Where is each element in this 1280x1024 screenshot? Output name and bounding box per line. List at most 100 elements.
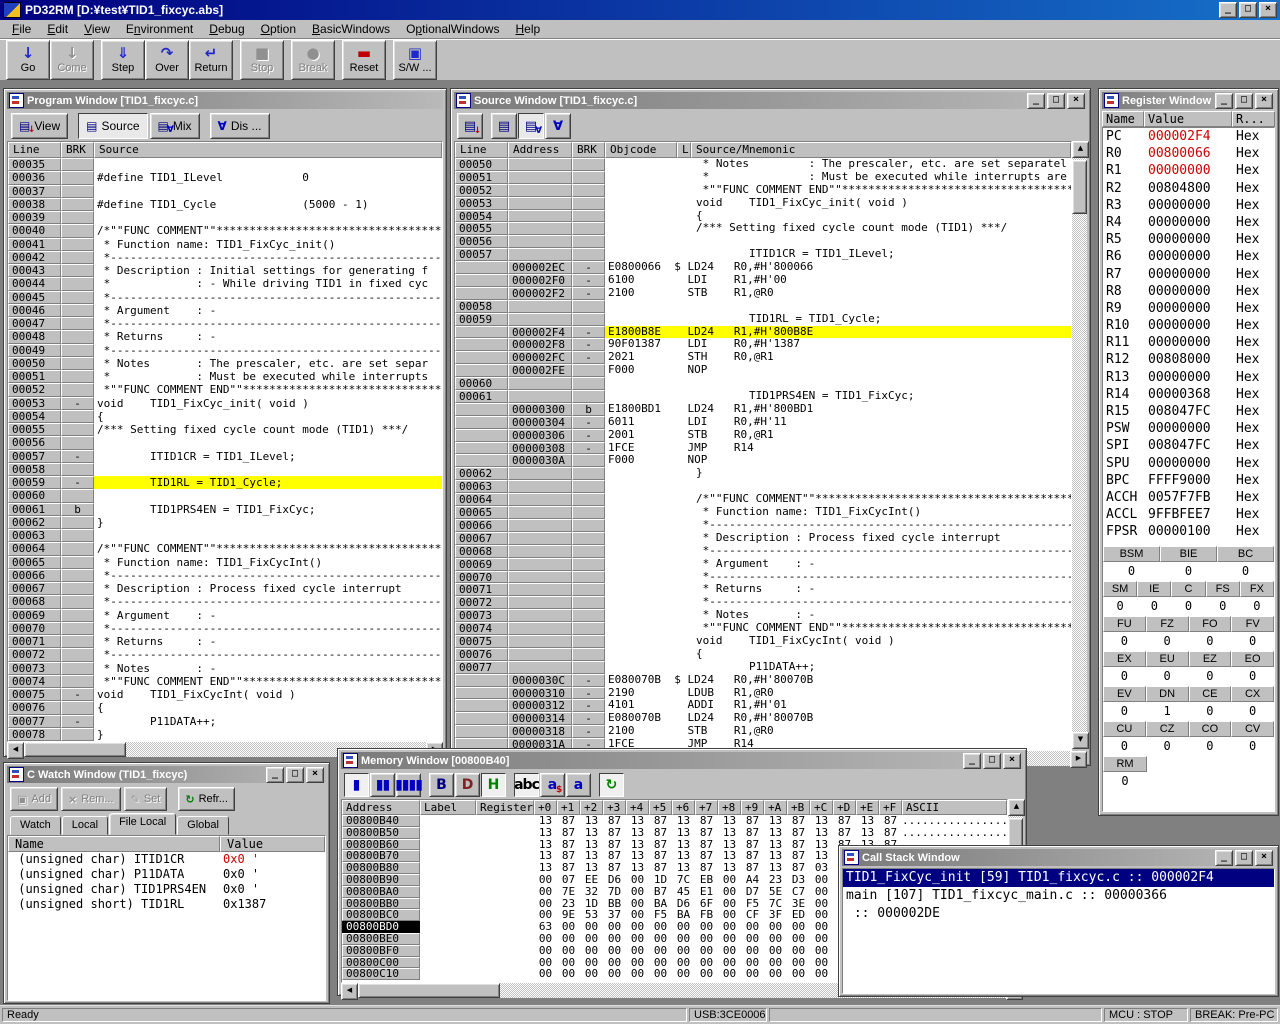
breakpoint-cell[interactable] [572,583,605,596]
breakpoint-cell[interactable]: - [572,429,605,442]
memory-tool-refresh-button[interactable]: ↻ [599,773,624,797]
memory-byte[interactable]: 87 [649,827,672,839]
source-row[interactable]: 00000314-E080070B LD24 R0,#H'80070B [455,712,1071,725]
memory-byte[interactable]: 00 [764,933,787,945]
flag-co[interactable]: CO [1189,721,1232,737]
memory-byte[interactable]: 00 [603,945,626,957]
source-row[interactable]: 000002F4-E1800B8E LD24 R1,#H'800B8E [455,326,1071,339]
step-button[interactable]: ⇓Step [101,40,145,80]
source-row[interactable]: 00053void TID1_FixCyc_init( void ) [455,197,1071,210]
memory-byte[interactable]: 13 [534,815,557,827]
breakpoint-cell[interactable] [572,222,605,235]
breakpoint-cell[interactable] [61,635,94,648]
memory-byte[interactable]: 00 [603,957,626,969]
memory-byte[interactable]: 87 [695,839,718,851]
memory-tool-bars4-button[interactable]: ▮▮▮▮ [396,773,421,797]
memory-byte[interactable]: 00 [649,921,672,933]
memory-byte[interactable]: 00 [718,945,741,957]
source-row[interactable]: 000002F8-90F01387 LDI R0,#H'1387 [455,338,1071,351]
program-row[interactable]: 00055/*** Setting fixed cycle count mode… [8,423,442,436]
register-radix[interactable]: Hex [1236,455,1274,472]
memory-byte[interactable]: 7C [672,874,695,886]
source-tool-doc-button[interactable]: ▤ [491,113,517,139]
memory-byte[interactable]: 87 [879,827,902,839]
breakpoint-cell[interactable] [572,661,605,674]
watch-refr-button[interactable]: ↻Refr... [178,787,235,811]
memory-row[interactable]: 00800B4013871387138713871387138713871387… [342,815,1007,827]
breakpoint-cell[interactable] [572,197,605,210]
source-row[interactable]: 000002FEF000 NOP [455,364,1071,377]
memory-byte[interactable]: BA [649,898,672,910]
memory-byte[interactable]: E1 [695,886,718,898]
memory-address[interactable]: 00800BA0 [342,886,420,898]
memory-byte[interactable]: 87 [787,839,810,851]
program-row[interactable]: 00061b TID1PRS4EN = TID1_FixCyc; [8,503,442,516]
memory-byte[interactable]: 00 [695,968,718,980]
register-radix[interactable]: Hex [1236,420,1274,437]
memory-byte[interactable]: 00 [810,968,833,980]
source-row[interactable]: 00059 TID1RL = TID1_Cycle; [455,313,1071,326]
flag-ie[interactable]: IE [1137,581,1171,597]
source-row[interactable]: 00073 * Notes : - [455,609,1071,622]
breakpoint-cell[interactable] [61,489,94,502]
program-row[interactable]: 00037 [8,185,442,198]
memory-address[interactable]: 00800B40 [342,815,420,827]
breakpoint-cell[interactable] [61,728,94,741]
flag-bsm[interactable]: BSM [1103,546,1160,562]
memory-byte[interactable]: 87 [649,862,672,874]
register-row[interactable]: R1200808000Hex [1103,351,1274,368]
register-row[interactable]: R1400000368Hex [1103,386,1274,403]
source-row[interactable]: 00062} [455,467,1071,480]
memory-byte[interactable]: 87 [603,827,626,839]
memory-byte[interactable]: 87 [649,839,672,851]
program-row[interactable]: 00065 * Function name: TID1_FixCycInt() [8,556,442,569]
flag-ez[interactable]: EZ [1189,651,1232,667]
source-row[interactable]: 00054{ [455,210,1071,223]
memory-byte[interactable]: 87 [649,815,672,827]
memory-byte[interactable]: 13 [580,827,603,839]
memory-byte[interactable]: 87 [741,862,764,874]
watch-row[interactable]: (unsigned char) TID1PRS4EN0x0 ' [8,882,325,897]
register-radix[interactable]: Hex [1236,231,1274,248]
source-row[interactable]: 0000030AF000 NOP [455,454,1071,467]
memory-address[interactable]: 00800C00 [342,957,420,969]
program-row[interactable]: 00075-void TID1_FixCycInt( void ) [8,688,442,701]
memory-byte[interactable]: 00 [672,933,695,945]
breakpoint-cell[interactable] [61,211,94,224]
breakpoint-cell[interactable] [61,344,94,357]
breakpoint-cell[interactable]: - [572,351,605,364]
memory-byte[interactable]: 00 [810,898,833,910]
memory-byte[interactable]: 00 [626,957,649,969]
breakpoint-cell[interactable] [572,506,605,519]
register-row[interactable]: R300000000Hex [1103,197,1274,214]
memory-address[interactable]: 00800B90 [342,874,420,886]
register-radix[interactable]: Hex [1236,180,1274,197]
close-button[interactable]: × [1003,753,1021,769]
breakpoint-cell[interactable]: b [61,503,94,516]
flag-fz[interactable]: FZ [1146,616,1189,632]
source-row[interactable]: 00065 * Function name: TID1_FixCycInt() [455,506,1071,519]
breakpoint-cell[interactable] [61,463,94,476]
memory-byte[interactable]: 00 [626,933,649,945]
memory-byte[interactable]: 00 [718,968,741,980]
memory-byte[interactable]: 7D [603,886,626,898]
memory-byte[interactable]: D3 [787,874,810,886]
breakpoint-cell[interactable] [61,516,94,529]
register-radix[interactable]: Hex [1236,351,1274,368]
memory-byte[interactable]: 00 [557,945,580,957]
memory-address[interactable]: 00800BD0 [342,921,420,933]
flag-fv[interactable]: FV [1231,616,1274,632]
memory-byte[interactable]: 00 [810,945,833,957]
register-radix[interactable]: Hex [1236,214,1274,231]
memory-byte[interactable]: 87 [695,815,718,827]
memory-byte[interactable]: FB [695,909,718,921]
memory-byte[interactable]: 00 [764,957,787,969]
memory-byte[interactable]: F5 [649,909,672,921]
memory-byte[interactable]: 07 [557,874,580,886]
program-row[interactable]: 00067 * Description : Process fixed cycl… [8,582,442,595]
breakpoint-cell[interactable] [61,185,94,198]
register-radix[interactable]: Hex [1236,162,1274,179]
breakpoint-cell[interactable] [61,171,94,184]
breakpoint-cell[interactable] [572,248,605,261]
flag-eo[interactable]: EO [1231,651,1274,667]
